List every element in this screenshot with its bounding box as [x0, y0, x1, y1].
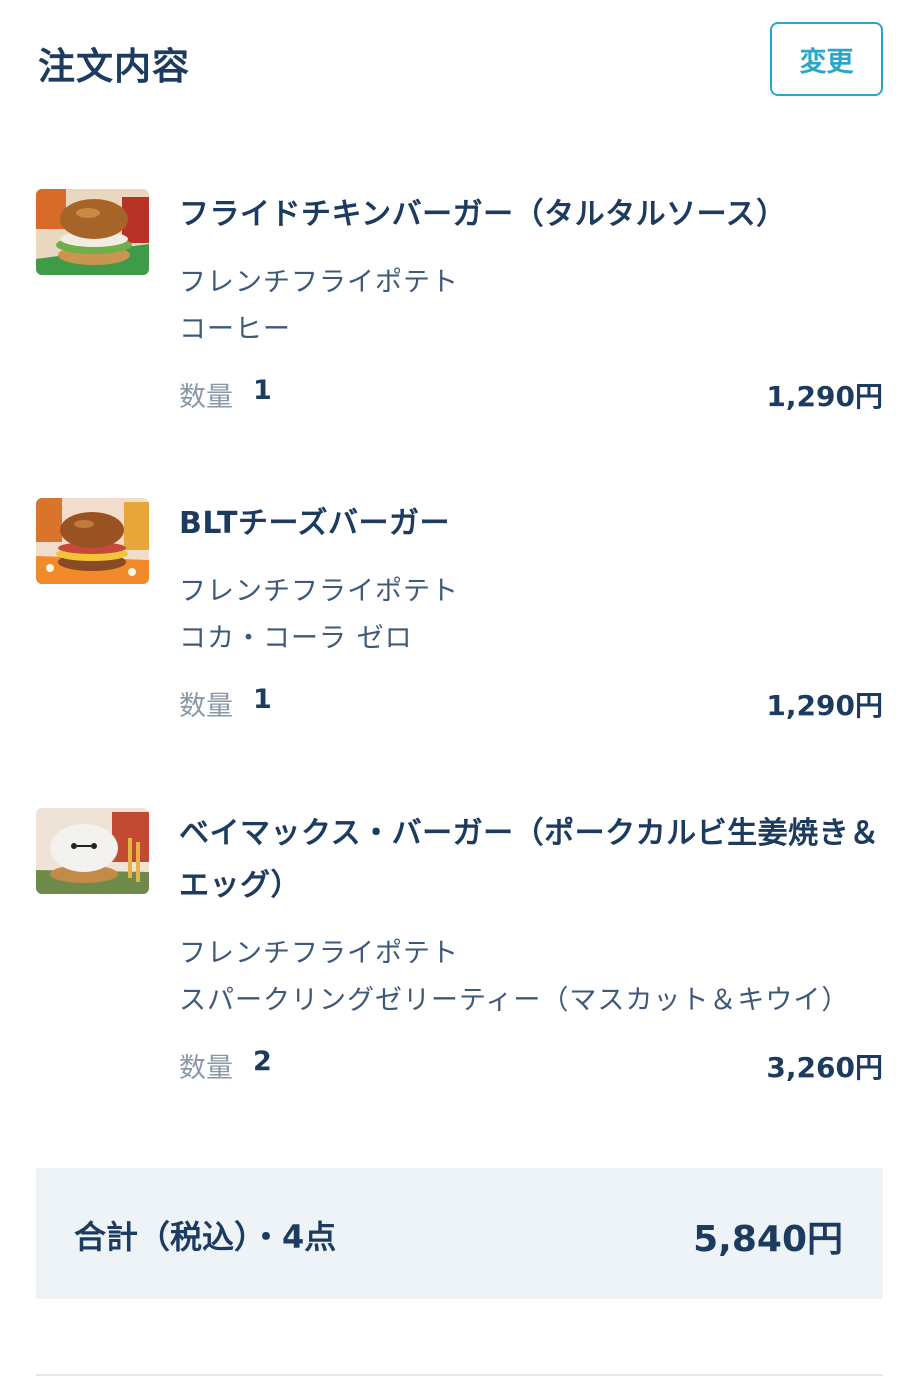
quantity-row: 数量 1 1,290円 [179, 375, 883, 415]
quantity-label: 数量 [179, 1053, 233, 1084]
item-details: フライドチキンバーガー（タルタルソース） フレンチフライポテト コーヒー 数量 … [179, 189, 883, 415]
item-option: コーヒー [179, 314, 291, 345]
item-details: BLTチーズバーガー フレンチフライポテト コカ・コーラ ゼロ 数量 1 1,2… [179, 498, 883, 724]
item-price: 1,290円 [766, 380, 883, 413]
item-price: 1,290円 [766, 689, 883, 722]
item-thumbnail [36, 189, 149, 275]
order-total: 合計（税込）・4点 5,840円 [36, 1168, 883, 1299]
item-option: コカ・コーラ ゼロ [179, 623, 413, 654]
item-name: BLTチーズバーガー [179, 506, 450, 541]
item-name: フライドチキンバーガー（タルタルソース） [179, 197, 787, 232]
total-value: 5,840円 [693, 1219, 843, 1260]
quantity-value: 1 [253, 375, 272, 406]
item-option: フレンチフライポテト [179, 576, 459, 607]
item-options: フレンチフライポテト コーヒー [179, 259, 883, 353]
order-item: BLTチーズバーガー フレンチフライポテト コカ・コーラ ゼロ 数量 1 1,2… [36, 498, 883, 738]
quantity-value: 1 [253, 684, 272, 715]
item-price: 3,260円 [766, 1051, 883, 1084]
item-options: フレンチフライポテト コカ・コーラ ゼロ [179, 568, 883, 662]
item-options: フレンチフライポテト スパークリングゼリーティー（マスカット＆キウイ） [179, 930, 883, 1024]
item-details: ベイマックス・バーガー（ポークカルビ生姜焼き＆エッグ） フレンチフライポテト ス… [179, 808, 883, 1086]
item-name: ベイマックス・バーガー（ポークカルビ生姜焼き＆エッグ） [179, 816, 880, 903]
quantity-label: 数量 [179, 691, 233, 722]
quantity-value: 2 [253, 1046, 272, 1077]
item-option: フレンチフライポテト [179, 938, 459, 969]
quantity-row: 数量 2 3,260円 [179, 1046, 883, 1086]
item-thumbnail [36, 498, 149, 584]
item-option: フレンチフライポテト [179, 267, 459, 298]
item-option: スパークリングゼリーティー（マスカット＆キウイ） [179, 985, 850, 1016]
page-title: 注文内容 [38, 45, 190, 88]
order-header: 注文内容 変更 [38, 22, 883, 96]
order-item: ベイマックス・バーガー（ポークカルビ生姜焼き＆エッグ） フレンチフライポテト ス… [36, 808, 883, 1108]
order-item: フライドチキンバーガー（タルタルソース） フレンチフライポテト コーヒー 数量 … [36, 189, 883, 429]
divider [36, 1374, 883, 1376]
quantity-row: 数量 1 1,290円 [179, 684, 883, 724]
quantity-label: 数量 [179, 382, 233, 413]
total-label: 合計（税込）・4点 [74, 1218, 337, 1256]
change-button[interactable]: 変更 [770, 22, 883, 96]
item-thumbnail [36, 808, 149, 894]
